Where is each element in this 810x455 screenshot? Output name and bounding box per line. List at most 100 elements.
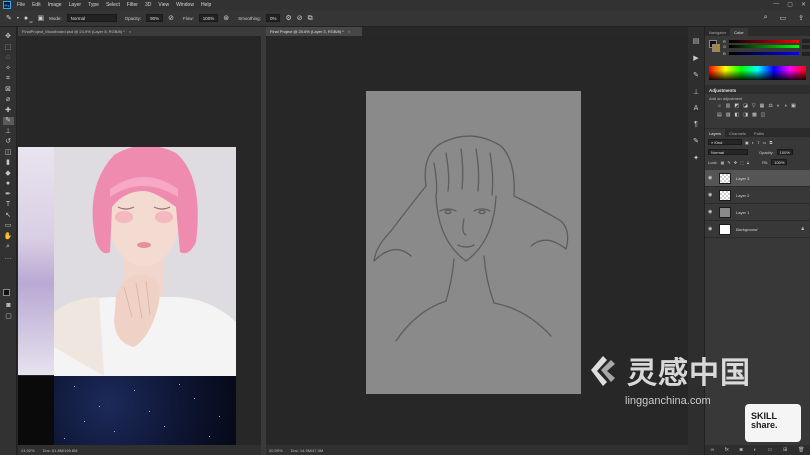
quick-mask-icon[interactable]: ◙ — [3, 302, 14, 310]
drawing-paper[interactable] — [366, 91, 581, 394]
layer-row[interactable]: ◉ Layer 3 — [705, 170, 810, 187]
color-lookup-icon[interactable]: ▤ — [717, 112, 722, 118]
path-select-tool-icon[interactable]: ↖ — [3, 212, 14, 220]
fx-icon[interactable]: fx — [725, 447, 729, 453]
menu-image[interactable]: Image — [48, 2, 62, 8]
pressure-opacity-icon[interactable]: ⊘ — [168, 15, 174, 22]
photo-filter-icon[interactable]: ◑ — [784, 103, 787, 109]
tab-color[interactable]: Color — [730, 28, 748, 36]
lock-pixels-icon[interactable]: ▦ — [721, 160, 725, 165]
slider-r[interactable]: R — [705, 36, 810, 44]
gear-icon[interactable]: ⚙ — [285, 15, 291, 22]
crop-tool-icon[interactable]: ⌗ — [3, 75, 14, 83]
adjustment-layer-icon[interactable]: ◐ — [754, 447, 757, 453]
eye-icon[interactable]: ◉ — [708, 175, 714, 181]
menu-3d[interactable]: 3D — [145, 2, 151, 8]
menu-edit[interactable]: Edit — [32, 2, 41, 8]
flow-field[interactable]: 100% — [198, 14, 219, 22]
filter-smart-icon[interactable]: ⧉ — [769, 140, 772, 145]
screen-mode-icon[interactable]: ▢ — [3, 313, 14, 321]
blend-mode-select[interactable]: Normal — [708, 149, 748, 155]
trash-icon[interactable]: 🗑︎ — [798, 447, 804, 453]
tab-moodboard[interactable]: FinalProject_Moodboard.psd @ 24.9% (Laye… — [18, 27, 261, 36]
menu-filter[interactable]: Filter — [127, 2, 138, 8]
tab-navigator[interactable]: Navigator — [705, 28, 730, 36]
menu-window[interactable]: Window — [176, 2, 194, 8]
layer-opacity-field[interactable]: 100% — [776, 149, 793, 155]
menu-view[interactable]: View — [158, 2, 169, 8]
mask-icon[interactable]: ◙ — [740, 447, 743, 453]
share-icon[interactable]: ⇪ — [798, 14, 804, 22]
healing-tool-icon[interactable]: ✚ — [3, 107, 14, 115]
filter-type-icon[interactable]: T — [757, 140, 759, 145]
black-white-icon[interactable]: ◐ — [777, 103, 780, 109]
quick-select-tool-icon[interactable]: ✧ — [3, 65, 14, 73]
opacity-field[interactable]: 90% — [146, 14, 164, 22]
mode-select[interactable]: Normal — [66, 14, 117, 22]
curves-icon[interactable]: ◩ — [734, 103, 739, 109]
maximize-icon[interactable]: ▢ — [787, 1, 793, 8]
lock-artboard-icon[interactable]: ⬚ — [740, 160, 744, 165]
clone-stamp-tool-icon[interactable]: ⊥ — [3, 128, 14, 136]
color-balance-icon[interactable]: ⚖ — [768, 103, 772, 109]
menu-select[interactable]: Select — [106, 2, 120, 8]
moodboard-zoom[interactable]: 24.92% — [21, 448, 35, 453]
blur-tool-icon[interactable]: ◆ — [3, 170, 14, 178]
type-tool-icon[interactable]: T — [3, 201, 14, 209]
foreground-color-swatch[interactable] — [3, 289, 10, 296]
kind-filter-select[interactable]: ⌕ Kind — [708, 139, 742, 145]
zoom-tool-icon[interactable]: ⌕ — [3, 243, 14, 251]
play-actions-icon[interactable]: ▶ — [693, 54, 698, 62]
hue-saturation-icon[interactable]: ▦ — [760, 103, 765, 109]
tab-channels[interactable]: Channels — [725, 129, 750, 137]
more-tools-icon[interactable]: … — [3, 254, 14, 262]
workspace-icon[interactable]: ▭ — [780, 14, 787, 22]
fill-field[interactable]: 100% — [771, 159, 788, 165]
brush-tool-icon[interactable]: ✎ — [6, 15, 12, 22]
close-icon[interactable]: ✕ — [801, 1, 806, 8]
menu-layer[interactable]: Layer — [69, 2, 82, 8]
posterize-icon[interactable]: ◧ — [734, 112, 739, 118]
vibrance-icon[interactable]: ▽ — [752, 103, 756, 109]
properties-icon[interactable]: ✦ — [693, 154, 699, 162]
exposure-icon[interactable]: ◪ — [743, 103, 748, 109]
slider-b[interactable]: B — [705, 50, 810, 57]
color-spectrum[interactable] — [709, 66, 806, 80]
chevron-down-icon[interactable]: ▾ — [17, 16, 19, 20]
hand-tool-icon[interactable]: ✋ — [3, 233, 14, 241]
dodge-tool-icon[interactable]: ● — [3, 180, 14, 188]
paragraph-icon[interactable]: ¶ — [694, 121, 698, 128]
threshold-icon[interactable]: ◨ — [743, 112, 748, 118]
character-icon[interactable]: A — [694, 105, 699, 112]
layer-row[interactable]: ◉ Background 🔒︎ — [705, 221, 810, 238]
pressure-size-icon[interactable]: ⊘ — [297, 15, 303, 22]
gradient-tool-icon[interactable]: ▮ — [3, 159, 14, 167]
tool-presets-icon[interactable]: ✎ — [693, 137, 699, 145]
final-project-zoom[interactable]: 20.59% — [269, 448, 283, 453]
link-icon[interactable]: ∞ — [710, 447, 714, 453]
layer-row[interactable]: ◉ Layer 2 — [705, 187, 810, 204]
airbrush-icon[interactable]: ⊛ — [223, 15, 229, 22]
layer-row[interactable]: ◉ Layer 1 — [705, 204, 810, 221]
brush-preset-icon[interactable]: ● — [24, 15, 28, 22]
menu-file[interactable]: File — [17, 2, 25, 8]
history-brush-tool-icon[interactable]: ↺ — [3, 138, 14, 146]
lasso-tool-icon[interactable]: ◌ — [3, 54, 14, 62]
lock-position-icon[interactable]: ✥ — [734, 160, 737, 165]
levels-icon[interactable]: ▥ — [726, 103, 731, 109]
eyedropper-tool-icon[interactable]: ⌀ — [3, 96, 14, 104]
rectangle-tool-icon[interactable]: ▭ — [3, 222, 14, 230]
brush-settings-icon[interactable]: ✎ — [693, 71, 699, 79]
close-icon[interactable]: × — [348, 29, 350, 34]
brush-tool-icon[interactable]: ✎ — [2, 117, 14, 125]
clone-source-icon[interactable]: ⊥ — [693, 88, 699, 96]
minimize-icon[interactable]: — — [773, 1, 779, 8]
eye-icon[interactable]: ◉ — [708, 192, 714, 198]
menu-help[interactable]: Help — [201, 2, 211, 8]
tab-final-project[interactable]: Final Project @ 20.6% (Layer 3, RGB/8) *… — [266, 27, 362, 36]
tab-layers[interactable]: Layers — [705, 129, 726, 137]
brightness-icon[interactable]: ☼ — [717, 103, 722, 109]
tab-paths[interactable]: Paths — [750, 129, 768, 137]
filter-adjust-icon[interactable]: ◐ — [752, 140, 754, 145]
filter-shape-icon[interactable]: ▭ — [763, 140, 767, 145]
